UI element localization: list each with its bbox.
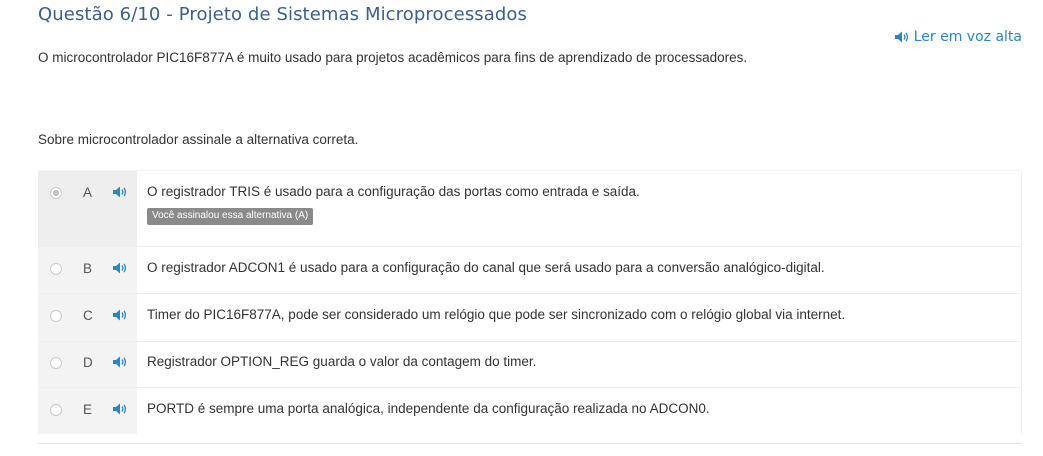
speaker-icon[interactable] [113, 186, 127, 198]
selected-badge: Você assinalou essa alternativa (A) [147, 208, 314, 225]
speaker-icon[interactable] [113, 262, 127, 274]
option-body[interactable]: PORTD é sempre uma porta analógica, inde… [137, 388, 1022, 434]
read-aloud-link[interactable]: Ler em voz alta [894, 29, 1022, 45]
radio-button[interactable] [50, 404, 62, 416]
option-b[interactable]: B O registrador ADCON1 é usado para a co… [38, 246, 1022, 293]
option-body[interactable]: Registrador OPTION_REG guarda o valor da… [137, 342, 1022, 387]
radio-button[interactable] [50, 310, 62, 322]
speaker-icon[interactable] [113, 356, 127, 368]
radio-button[interactable] [50, 263, 62, 275]
option-controls: E [38, 388, 137, 434]
speaker-icon[interactable] [113, 403, 127, 415]
option-letter: B [83, 261, 93, 276]
option-controls: A [38, 171, 137, 246]
option-letter: D [83, 355, 93, 370]
answer-options: A O registrador TRIS é usado para a conf… [38, 170, 1022, 434]
question-page: Questão 6/10 - Projeto de Sistemas Micro… [0, 0, 1043, 456]
radio-button[interactable] [50, 357, 62, 369]
option-letter: A [83, 185, 93, 200]
option-c[interactable]: C Timer do PIC16F877A, pode ser consider… [38, 293, 1022, 341]
option-text: O registrador TRIS é usado para a config… [147, 184, 640, 199]
option-letter: C [83, 308, 93, 323]
question-intro: O microcontrolador PIC16F877A é muito us… [38, 50, 748, 65]
option-a[interactable]: A O registrador TRIS é usado para a conf… [38, 170, 1022, 246]
option-controls: B [38, 247, 137, 293]
speaker-icon[interactable] [113, 309, 127, 321]
option-body[interactable]: Timer do PIC16F877A, pode ser considerad… [137, 294, 1022, 341]
option-e[interactable]: E PORTD é sempre uma porta analógica, in… [38, 387, 1022, 434]
radio-button[interactable] [50, 187, 62, 199]
option-controls: D [38, 342, 137, 387]
page-title: Questão 6/10 - Projeto de Sistemas Micro… [38, 4, 528, 25]
option-body[interactable]: O registrador ADCON1 é usado para a conf… [137, 247, 1022, 293]
read-aloud-label: Ler em voz alta [913, 29, 1022, 45]
divider [38, 443, 1022, 444]
option-body[interactable]: O registrador TRIS é usado para a config… [137, 171, 1022, 246]
option-text: PORTD é sempre uma porta analógica, inde… [147, 401, 710, 416]
option-text: O registrador ADCON1 é usado para a conf… [147, 260, 825, 275]
speaker-icon [894, 31, 908, 43]
option-letter: E [83, 402, 93, 417]
option-d[interactable]: D Registrador OPTION_REG guarda o valor … [38, 341, 1022, 387]
option-controls: C [38, 294, 137, 341]
option-text: Registrador OPTION_REG guarda o valor da… [147, 354, 537, 369]
option-text: Timer do PIC16F877A, pode ser considerad… [147, 307, 846, 322]
question-prompt: Sobre microcontrolador assinale a altern… [38, 132, 359, 147]
